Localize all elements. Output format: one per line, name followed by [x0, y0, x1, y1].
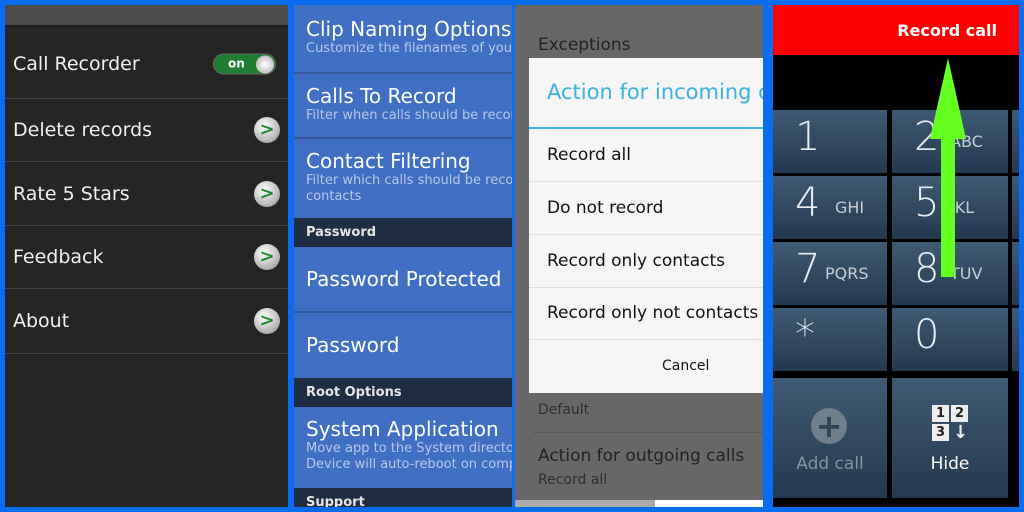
key-digit: 1: [795, 114, 821, 160]
chevron-right-icon: >: [254, 244, 280, 270]
call-recorder-settings-screen: Call Recorder on Delete records > Rate 5 …: [5, 5, 288, 507]
option-do-not-record[interactable]: Do not record: [529, 182, 763, 235]
rate-row[interactable]: Rate 5 Stars >: [5, 162, 288, 226]
keypad-hide-icon: 1 2 3 ↓: [932, 405, 972, 445]
root-section-header: Root Options: [294, 378, 512, 407]
item-subtitle: Filter when calls should be recor: [306, 108, 512, 123]
key-3[interactable]: [1012, 110, 1019, 173]
contact-filtering-item[interactable]: Contact Filtering Filter which calls shou…: [294, 139, 512, 218]
row-label: About: [13, 310, 70, 332]
item-subtitle: Move app to the System director: [306, 441, 512, 456]
hide-label: Hide: [930, 454, 970, 474]
key-digit: 4: [795, 180, 821, 226]
option-record-only-contacts[interactable]: Record only contacts: [529, 235, 763, 288]
action-dialog: Action for incoming c Record all Do not …: [529, 58, 763, 393]
key-4[interactable]: 4 GHI: [773, 176, 887, 239]
record-call-button[interactable]: Record call: [773, 5, 1019, 55]
password-item[interactable]: Password: [294, 313, 512, 378]
item-subtitle: Filter which calls should be reco: [306, 173, 512, 188]
action-bar: [5, 5, 288, 27]
row-label: Feedback: [13, 246, 104, 268]
option-record-all[interactable]: Record all: [529, 129, 763, 182]
icon-digit: 1: [932, 405, 949, 422]
calls-to-record-item[interactable]: Calls To Record Filter when calls should …: [294, 74, 512, 139]
chevron-right-icon: >: [254, 180, 280, 207]
about-row[interactable]: About >: [5, 289, 288, 354]
bottom-strip: [655, 500, 763, 507]
plus-icon: +: [811, 408, 847, 444]
delete-records-row[interactable]: Delete records >: [5, 99, 288, 162]
call-recorder-toggle[interactable]: on: [213, 53, 276, 74]
dialog-title: Action for incoming c: [547, 80, 763, 104]
item-title: System Application: [306, 417, 499, 441]
key-6[interactable]: [1012, 176, 1019, 239]
key-1[interactable]: 1: [773, 110, 887, 173]
in-call-dialer-screen: Record call 1 2 ABC 4 GHI 5 JKL 7 PQRS 8 TUV …: [773, 5, 1019, 507]
toggle-label: on: [228, 56, 245, 70]
row-label: Rate 5 Stars: [13, 182, 130, 205]
key-hash[interactable]: [1012, 308, 1019, 371]
arrow-down-icon: ↓: [953, 422, 969, 443]
item-subtitle: Device will auto-reboot on comp: [306, 457, 512, 472]
key-7[interactable]: 7 PQRS: [773, 242, 887, 305]
icon-digit: 2: [951, 405, 968, 422]
key-digit: *: [795, 312, 815, 358]
cancel-button[interactable]: Cancel: [529, 340, 763, 393]
key-digit: 0: [914, 312, 940, 358]
item-subtitle: contacts: [306, 189, 362, 204]
option-record-only-not-contacts[interactable]: Record only not contacts: [529, 287, 763, 340]
clip-naming-item[interactable]: Clip Naming Options Customize the filenam…: [294, 5, 512, 74]
audio-source-value: Default: [538, 402, 590, 418]
key-letters: GHI: [835, 198, 865, 217]
item-title: Contact Filtering: [306, 149, 471, 173]
password-section-header: Password: [294, 218, 512, 247]
green-arrow-up-icon: [930, 58, 966, 277]
preferences-screen: Clip Naming Options Customize the filenam…: [294, 5, 512, 507]
item-title: Password: [306, 333, 400, 357]
item-subtitle: Customize the filenames of your: [306, 41, 512, 56]
exceptions-label: Exceptions: [538, 35, 631, 55]
call-recorder-row[interactable]: Call Recorder on: [5, 29, 288, 99]
item-title: Calls To Record: [306, 84, 457, 108]
support-section-header: Support: [294, 488, 512, 507]
key-0[interactable]: 0: [892, 308, 1008, 371]
system-application-item[interactable]: System Application Move app to the System…: [294, 407, 512, 487]
chevron-right-icon: >: [254, 117, 280, 143]
key-letters: PQRS: [825, 264, 869, 283]
key-9[interactable]: [1012, 242, 1019, 305]
scroll-indicator: [515, 500, 655, 507]
row-label: Delete records: [13, 119, 153, 141]
key-star[interactable]: *: [773, 308, 887, 371]
divider: [533, 432, 763, 433]
outgoing-calls-label: Action for outgoing calls: [538, 446, 745, 466]
chevron-right-icon: >: [254, 308, 280, 334]
outgoing-calls-value: Record all: [538, 472, 608, 488]
toggle-knob: [256, 55, 274, 73]
add-call-label: Add call: [796, 454, 864, 474]
add-call-button[interactable]: + Add call: [773, 378, 887, 498]
row-label: Call Recorder: [13, 52, 140, 75]
item-title: Clip Naming Options: [306, 17, 512, 41]
password-protected-item[interactable]: Password Protected: [294, 247, 512, 313]
item-title: Password Protected: [306, 267, 502, 291]
key-digit: 7: [795, 246, 821, 292]
icon-digit: 3: [932, 424, 949, 441]
feedback-row[interactable]: Feedback >: [5, 226, 288, 289]
hide-keypad-button[interactable]: 1 2 3 ↓ Hide: [892, 378, 1008, 498]
incoming-action-dialog-screen: Exceptions Audio source Default Action f…: [515, 5, 763, 500]
